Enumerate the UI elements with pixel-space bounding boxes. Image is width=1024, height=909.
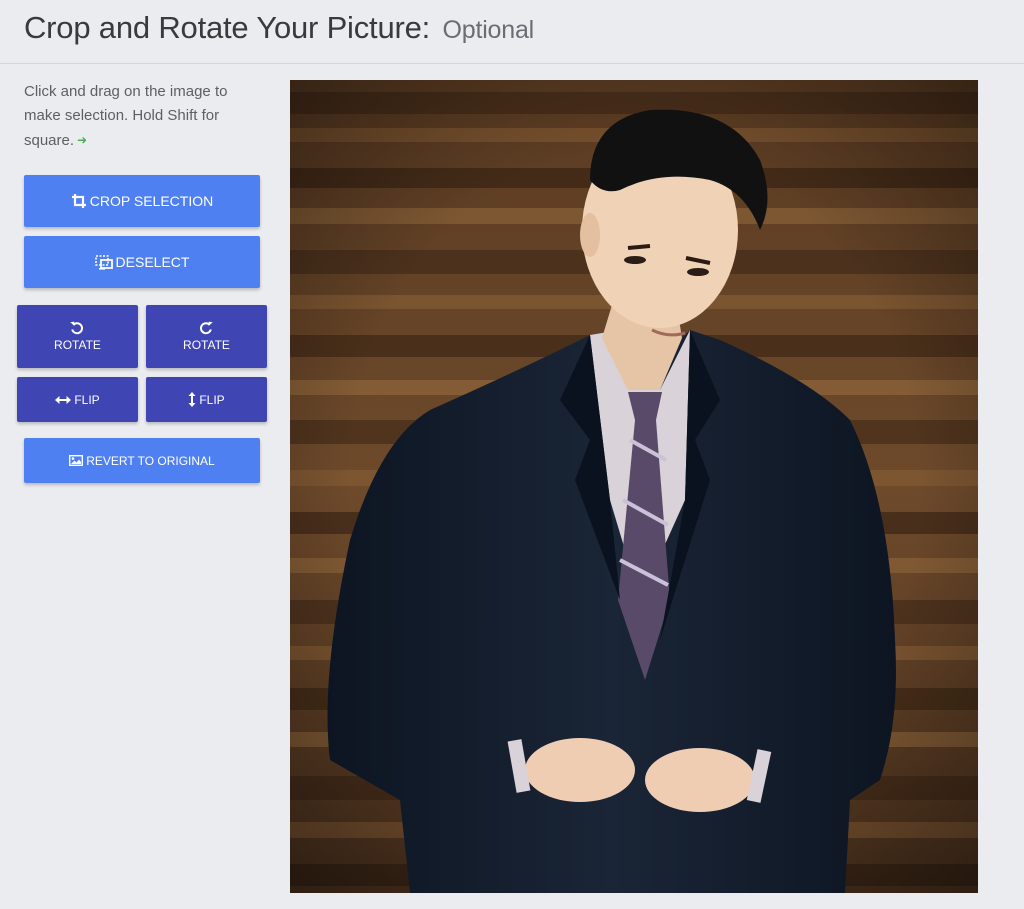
page-subtitle: Optional [442, 16, 535, 44]
rotate-left-label: ROTATE [54, 338, 101, 352]
arrow-right-icon: ➜ [77, 133, 88, 147]
image-icon [69, 455, 84, 466]
rotate-left-icon [70, 321, 84, 335]
crop-selection-label: CROP SELECTION [89, 193, 214, 209]
revert-label: REVERT TO ORIGINAL [86, 453, 215, 468]
flip-vertical-label: FLIP [199, 392, 225, 407]
deselect-button[interactable]: DESELECT [24, 236, 260, 288]
flip-horizontal-label: FLIP [74, 392, 100, 407]
deselect-icon [94, 254, 113, 270]
portrait-image [290, 80, 978, 893]
page-title: Crop and Rotate Your Picture: Optional [24, 10, 534, 46]
instructions: Click and drag on the image to make sele… [24, 80, 254, 153]
crop-icon [71, 194, 86, 208]
flip-horizontal-button[interactable]: FLIP [17, 377, 138, 422]
editable-photo[interactable] [290, 80, 978, 893]
rotate-right-icon [200, 321, 214, 335]
page-title-text: Crop and Rotate Your Picture: [24, 10, 431, 45]
flip-vertical-icon [188, 392, 196, 407]
instructions-text: Click and drag on the image to make sele… [24, 83, 228, 149]
flip-horizontal-icon [55, 395, 72, 404]
rotate-right-label: ROTATE [183, 338, 230, 352]
rotate-right-button[interactable]: ROTATE [146, 305, 267, 368]
flip-vertical-button[interactable]: FLIP [146, 377, 267, 422]
header: Crop and Rotate Your Picture: Optional [0, 0, 1024, 64]
revert-to-original-button[interactable]: REVERT TO ORIGINAL [24, 438, 260, 483]
deselect-label: DESELECT [115, 254, 190, 270]
rotate-left-button[interactable]: ROTATE [17, 305, 138, 368]
crop-selection-button[interactable]: CROP SELECTION [24, 175, 260, 227]
